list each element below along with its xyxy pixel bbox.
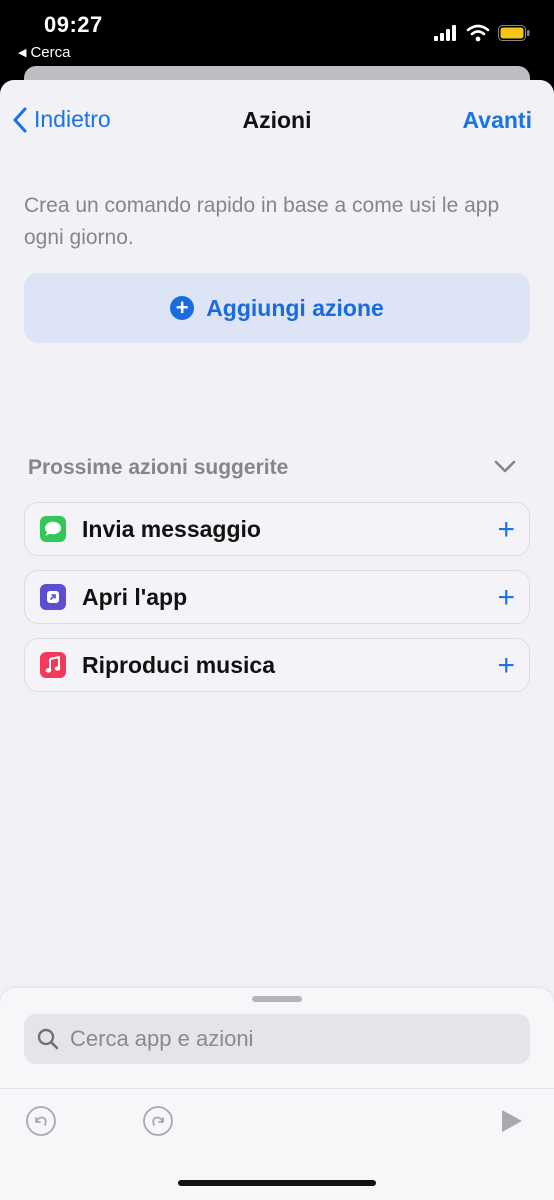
status-time: 09:27 <box>44 12 103 37</box>
redo-icon[interactable] <box>142 1105 174 1137</box>
grabber-handle[interactable] <box>252 996 302 1002</box>
add-action-label: Aggiungi azione <box>206 294 384 321</box>
suggestion-play-music[interactable]: Riproduci musica + <box>24 638 530 692</box>
undo-icon[interactable] <box>25 1105 57 1137</box>
suggestion-open-app[interactable]: Apri l'app + <box>24 570 530 624</box>
plus-circle-icon: + <box>170 296 195 320</box>
suggestion-send-message[interactable]: Invia messaggio + <box>24 502 530 556</box>
bottom-panel <box>0 988 554 1200</box>
suggestions-list: Invia messaggio + Apri l'app + Riproduci… <box>24 502 530 706</box>
search-input[interactable] <box>68 1025 512 1053</box>
chevron-left-icon <box>13 107 27 132</box>
back-to-app-label: Cerca <box>30 44 71 61</box>
messages-icon <box>40 516 66 542</box>
suggestion-label: Riproduci musica <box>82 651 275 678</box>
open-app-icon <box>40 584 66 610</box>
search-field[interactable] <box>24 1014 530 1064</box>
description-text: Crea un comando rapido in base a come us… <box>24 194 500 249</box>
play-icon[interactable] <box>500 1108 524 1134</box>
back-triangle-icon: ◀ <box>18 47 27 59</box>
back-button[interactable]: Indietro <box>12 106 111 133</box>
status-icons <box>434 24 530 42</box>
back-button-label: Indietro <box>34 106 111 132</box>
actions-sheet: Indietro Azioni Avanti Crea un comando r… <box>0 80 554 1200</box>
search-icon <box>37 1028 59 1050</box>
toolbar-divider <box>0 1088 554 1089</box>
battery-icon <box>498 25 530 41</box>
add-icon[interactable]: + <box>497 515 515 545</box>
home-indicator <box>178 1180 376 1186</box>
cellular-signal-icon <box>434 25 456 41</box>
music-icon <box>40 652 66 678</box>
chevron-down-icon[interactable] <box>494 460 516 474</box>
wifi-icon <box>466 24 490 42</box>
suggestion-label: Apri l'app <box>82 583 188 610</box>
suggestions-header: Prossime azioni suggerite <box>28 456 289 479</box>
add-action-button[interactable]: + Aggiungi azione <box>24 273 530 343</box>
suggestion-label: Invia messaggio <box>82 515 261 542</box>
add-icon[interactable]: + <box>497 651 515 681</box>
back-to-app-link[interactable]: ◀ Cerca <box>18 44 70 61</box>
add-icon[interactable]: + <box>497 583 515 613</box>
next-button[interactable]: Avanti <box>463 107 532 134</box>
